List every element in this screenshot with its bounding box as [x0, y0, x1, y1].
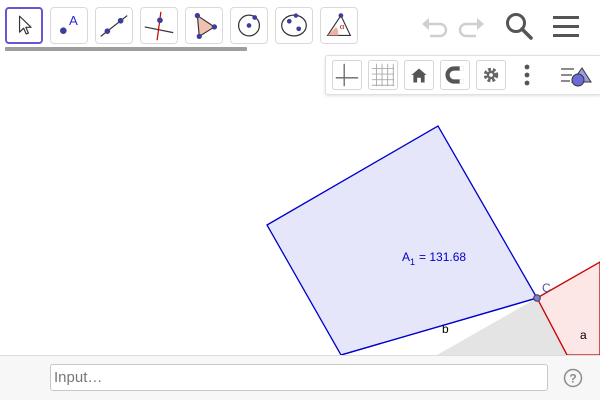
- side-b-label: b: [442, 322, 449, 336]
- toolbar: A α: [0, 0, 600, 52]
- home-button[interactable]: [404, 60, 434, 90]
- help-glyph: ?: [569, 372, 576, 386]
- gear-icon: [483, 67, 499, 83]
- point-icon: A: [60, 13, 78, 35]
- ellipse-icon: [281, 13, 307, 37]
- blue-square[interactable]: [266, 125, 538, 355]
- style-bar: [325, 55, 600, 95]
- menu-button[interactable]: [549, 10, 583, 44]
- redo-icon: [458, 18, 484, 38]
- home-icon: [411, 68, 427, 83]
- grid-icon: [371, 63, 395, 87]
- input-bar: ?: [0, 355, 600, 400]
- axes-icon: [335, 63, 359, 87]
- perpendicular-line-icon: [144, 11, 174, 41]
- polygon-tool-button[interactable]: [185, 7, 223, 44]
- more-icon: [524, 64, 530, 86]
- grid-button[interactable]: [368, 60, 398, 90]
- toolbar-scrollbar[interactable]: [5, 47, 247, 51]
- angle-tool-glyph: α: [340, 21, 345, 31]
- circle-center-icon: [237, 14, 261, 37]
- polygon-icon: [194, 12, 218, 40]
- graphics-canvas[interactable]: A1 = 131.68 C b a: [0, 52, 600, 355]
- side-a-label: a: [580, 328, 587, 342]
- style-toggle-icon: [561, 67, 592, 87]
- axes-button[interactable]: [332, 60, 362, 90]
- magnet-button[interactable]: [440, 60, 470, 90]
- angle-icon: α: [326, 13, 352, 36]
- point-c[interactable]: [533, 294, 541, 302]
- circle-tool-button[interactable]: [230, 7, 268, 44]
- point-tool-button[interactable]: A: [50, 7, 88, 44]
- search-icon: [506, 13, 533, 40]
- perpendicular-line-tool-button[interactable]: [140, 7, 178, 44]
- help-icon: ?: [563, 368, 583, 388]
- angle-tool-button[interactable]: α: [320, 7, 358, 44]
- undo-button[interactable]: [418, 10, 452, 44]
- magnet-icon: [445, 66, 464, 84]
- undo-icon: [422, 18, 448, 38]
- menu-icon: [553, 16, 579, 37]
- more-button[interactable]: [512, 60, 542, 90]
- area-prefix: A: [402, 250, 410, 264]
- cursor-arrow-icon: [18, 15, 32, 35]
- move-tool-button[interactable]: [5, 7, 43, 44]
- search-button[interactable]: [502, 10, 536, 44]
- area-value: = 131.68: [419, 250, 466, 264]
- algebra-input[interactable]: [50, 364, 548, 391]
- line-icon: [100, 15, 128, 37]
- help-button[interactable]: ?: [563, 368, 583, 388]
- area-subscript: 1: [410, 257, 415, 267]
- redo-button[interactable]: [454, 10, 488, 44]
- graphics-view[interactable]: A1 = 131.68 C b a: [0, 52, 600, 355]
- line-tool-button[interactable]: [95, 7, 133, 44]
- style-bar-toggle[interactable]: [558, 60, 594, 90]
- point-tool-glyph: A: [69, 13, 78, 28]
- point-c-label: C: [542, 281, 551, 295]
- ellipse-tool-button[interactable]: [275, 7, 313, 44]
- settings-button[interactable]: [476, 60, 506, 90]
